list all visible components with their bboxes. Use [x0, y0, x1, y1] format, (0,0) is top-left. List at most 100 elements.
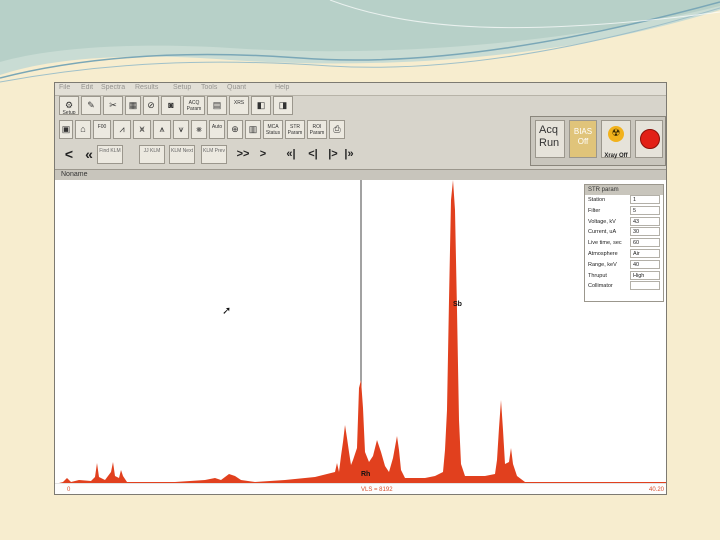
stack-button[interactable]: ⩛ — [173, 120, 189, 139]
f00-label: F00 — [97, 124, 107, 130]
menu-edit[interactable]: Edit — [81, 84, 93, 91]
param-key: Atmosphere — [588, 250, 618, 257]
param-key: Thruput — [588, 272, 607, 279]
menu-file[interactable]: File — [59, 84, 70, 91]
camera-icon: ◙ — [168, 100, 174, 110]
auto-button[interactable]: Auto — [209, 120, 225, 139]
param-value[interactable]: High — [630, 270, 660, 280]
peaks-button[interactable]: ⩘ — [113, 120, 131, 139]
nav-step-button[interactable]: > — [253, 144, 273, 164]
xrs-label: XRS — [233, 100, 245, 106]
bias-off-button[interactable]: BIAS Off — [569, 120, 597, 158]
nav-prev-button[interactable]: < — [59, 144, 79, 164]
param-value[interactable] — [630, 281, 660, 291]
param-key: Current, uA — [588, 229, 617, 236]
setup-label: Setup — [62, 110, 76, 115]
spectrum-name: Noname — [61, 171, 88, 178]
acq-param-label: ACQ Param — [186, 100, 202, 112]
stack-icon: ⩛ — [178, 124, 184, 134]
menu-setup[interactable]: Setup — [173, 84, 191, 91]
stop-indicator-icon — [640, 129, 660, 149]
param-key: Live time, sec — [588, 240, 622, 247]
nav-step-button[interactable]: >> — [233, 144, 253, 164]
xrs-button[interactable]: XRS — [229, 96, 249, 115]
param-value[interactable]: 5 — [630, 205, 660, 215]
tools-button[interactable]: ✂ — [103, 96, 123, 115]
setup-button[interactable]: ⚙ Setup — [59, 96, 79, 115]
open-icon: ✎ — [87, 100, 95, 110]
prev-button[interactable]: ◧ — [251, 96, 271, 115]
nav-step-button[interactable]: |» — [339, 144, 359, 164]
param-value[interactable]: 1 — [630, 195, 660, 204]
peak-label: Sb — [453, 301, 462, 308]
param-row: Live time, sec 60 — [585, 238, 663, 249]
param-value[interactable]: Air — [630, 248, 660, 258]
cancel-button[interactable]: ⊘ — [143, 96, 159, 115]
mca-status-button[interactable]: MCA Status — [263, 120, 283, 139]
nav-step-button[interactable]: <| — [303, 144, 323, 164]
library-icon: ⌂ — [80, 124, 86, 134]
cancel-icon: ⊘ — [147, 100, 155, 110]
param-row: Range, keV 40 — [585, 259, 663, 271]
zoom-button[interactable]: ⊕ — [227, 120, 243, 139]
f00-button[interactable]: F00 — [93, 120, 111, 139]
str-param-label: STR Param — [287, 124, 303, 136]
results-icon: ▥ — [248, 124, 258, 134]
nav-first-button[interactable]: « — [79, 144, 99, 164]
setup-icon: ⚙ — [64, 100, 74, 110]
roi-param-button[interactable]: ROI Param — [307, 120, 327, 139]
next-icon: ◨ — [278, 100, 288, 110]
param-row: Station 1 — [585, 195, 663, 206]
param-value[interactable]: 60 — [630, 238, 660, 248]
print-icon: ⎙ — [333, 124, 341, 134]
radiation-icon: ☢ — [608, 126, 624, 142]
save-button[interactable]: ▣ — [59, 120, 73, 139]
chart-icon: ▦ — [128, 100, 138, 110]
spectrum-plot[interactable]: ➚ Fm Cl Sc Sb Sb As Br Rh Rh Sb Sb 0 VLS… — [55, 180, 666, 494]
str-param-button[interactable]: STR Param — [285, 120, 305, 139]
param-key: Voltage, kV — [588, 218, 616, 225]
acq-param-button[interactable]: ACQ Param — [183, 96, 205, 115]
menu-tools[interactable]: Tools — [201, 84, 217, 91]
menu-quant[interactable]: Quant — [227, 84, 246, 91]
nav-step-button[interactable]: «| — [281, 144, 301, 164]
print-button[interactable]: ⎙ — [329, 120, 345, 139]
energy-axis: 0 VLS = 8192 40.20 — [55, 483, 666, 494]
param-value[interactable]: 40 — [630, 259, 660, 269]
param-value[interactable]: 30 — [630, 227, 660, 237]
lines-icon: ⩙ — [139, 124, 145, 134]
axis-end-value: 40.20 — [648, 487, 664, 493]
peak-label: Rh — [361, 471, 371, 478]
camera-button[interactable]: ◙ — [161, 96, 181, 115]
klm-nav-button[interactable]: Find KLM — [97, 145, 123, 164]
param-row: Atmosphere Air — [585, 248, 663, 260]
xray-label: Xray Off — [604, 153, 628, 159]
param-row: Filter 5 — [585, 205, 663, 217]
print-queue-button[interactable]: ▤ — [207, 96, 227, 115]
param-value[interactable]: 43 — [630, 216, 660, 226]
menu-spectra[interactable]: Spectra — [101, 84, 125, 91]
klm-nav-button[interactable]: JJ KLM — [139, 145, 165, 164]
stop-button[interactable] — [635, 120, 663, 158]
markers-button[interactable]: ⩚ — [153, 120, 171, 139]
xray-off-button[interactable]: ☢ Xray Off — [601, 120, 631, 159]
results-button[interactable]: ▥ — [245, 120, 261, 139]
menu-help[interactable]: Help — [275, 84, 289, 91]
lines-button[interactable]: ⩙ — [133, 120, 151, 139]
compare-icon: ⨳ — [196, 124, 202, 134]
param-row: Current, uA 30 — [585, 227, 663, 238]
param-row: Voltage, kV 43 — [585, 216, 663, 228]
acq-run-button[interactable]: Acq Run — [535, 120, 565, 158]
menu-results[interactable]: Results — [135, 84, 158, 91]
vls-readout: VLS = 8192 — [361, 487, 393, 493]
next-button[interactable]: ◨ — [273, 96, 293, 115]
library-button[interactable]: ⌂ — [75, 120, 91, 139]
param-key: Filter — [588, 207, 601, 214]
klm-nav-button[interactable]: KLM Prev — [201, 145, 227, 164]
compare-button[interactable]: ⨳ — [191, 120, 207, 139]
tools-icon: ✂ — [109, 100, 117, 110]
param-row: Collimator — [585, 281, 663, 292]
chart-button[interactable]: ▦ — [125, 96, 141, 115]
klm-nav-button[interactable]: KLM Next — [169, 145, 195, 164]
open-button[interactable]: ✎ — [81, 96, 101, 115]
